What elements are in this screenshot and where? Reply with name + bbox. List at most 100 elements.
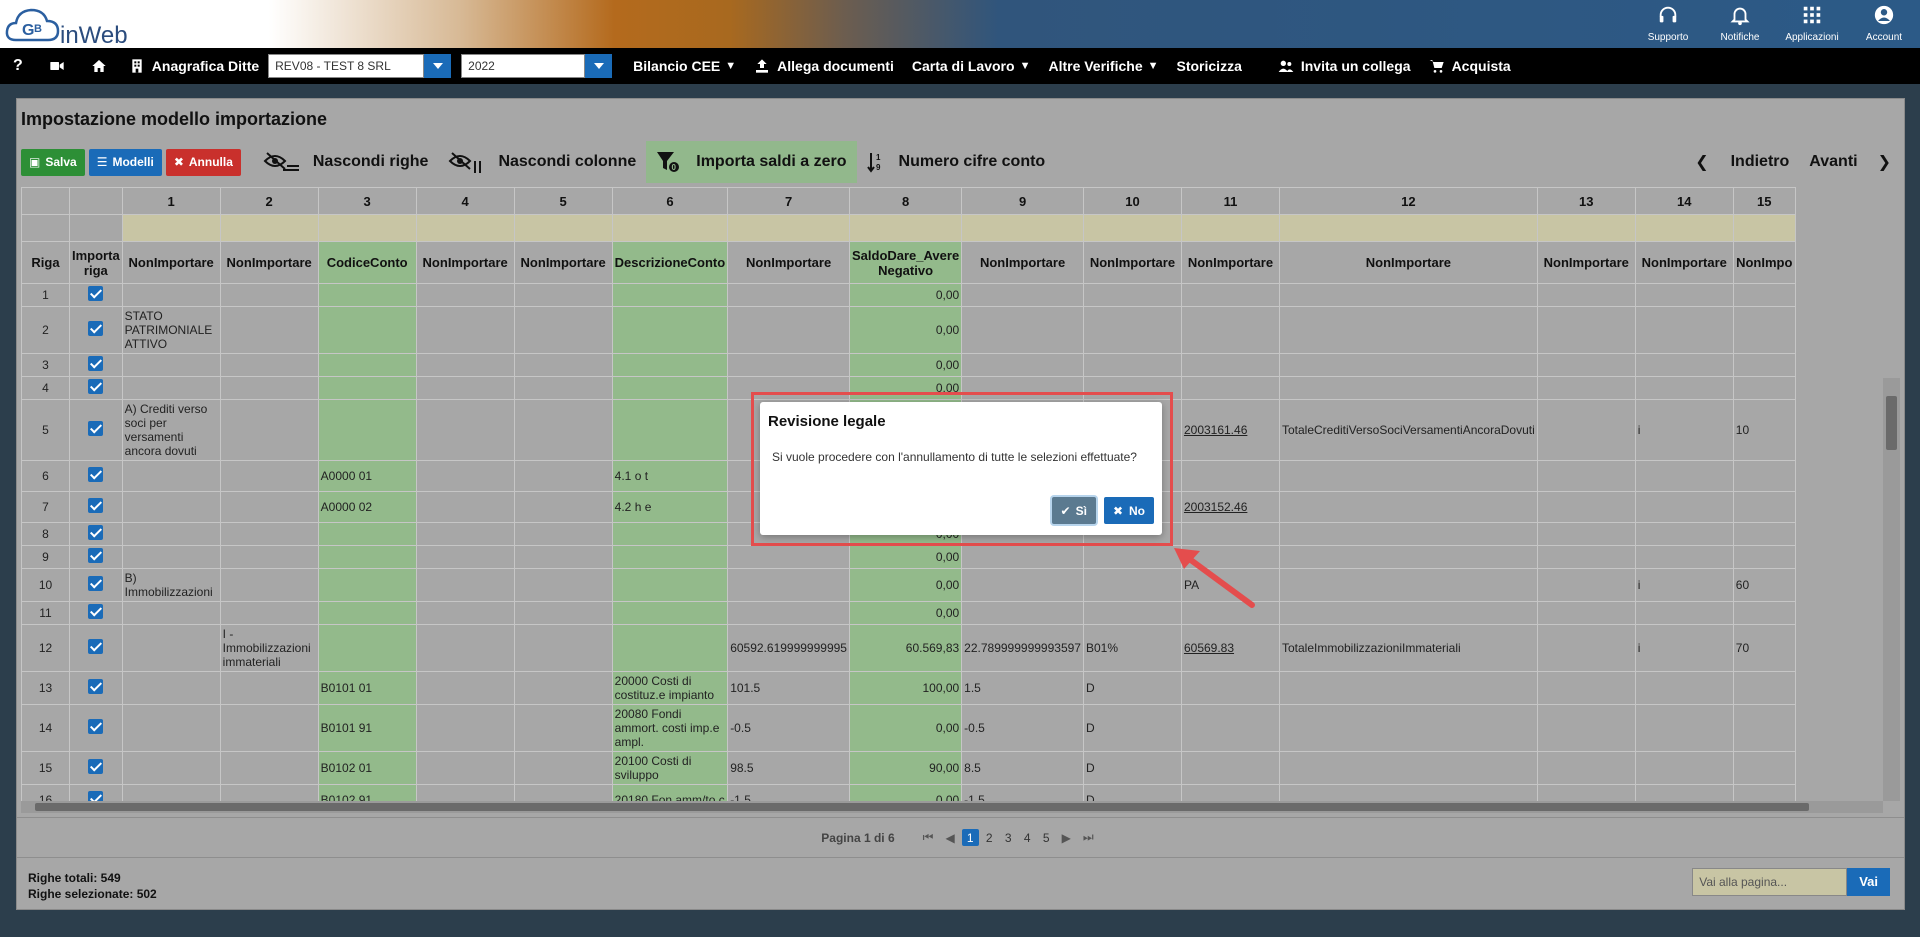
column-filter-cell[interactable] [1180, 214, 1280, 242]
year-select[interactable]: 2022 [461, 54, 613, 78]
company-select[interactable]: REV08 - TEST 8 SRL [268, 54, 425, 78]
import-row-checkbox[interactable] [88, 639, 104, 654]
import-zero-balances-button[interactable]: 0 Importa saldi a zero [646, 141, 857, 183]
column-type-header[interactable]: NonImportare [1082, 241, 1182, 284]
page-button-1[interactable]: 1 [961, 829, 979, 846]
table-row[interactable]: 2 STATO PATRIMONIALE ATTIVO 0,00 [21, 306, 1796, 354]
import-row-checkbox[interactable] [88, 467, 104, 482]
table-row[interactable]: 3 0,00 [21, 353, 1796, 377]
column-filter-cell[interactable] [415, 214, 515, 242]
home-button[interactable] [78, 48, 120, 84]
table-row[interactable]: 1 0,00 [21, 283, 1796, 307]
video-button[interactable] [36, 48, 78, 84]
models-button[interactable]: ☰ Modelli [88, 148, 162, 176]
column-type-header[interactable]: NonImpo [1732, 241, 1796, 284]
column-type-header[interactable]: NonImportare [727, 241, 850, 284]
page-button-2[interactable]: 2 [981, 829, 998, 846]
company-select-toggle[interactable] [424, 54, 452, 78]
import-row-checkbox[interactable] [88, 379, 104, 394]
import-row-checkbox[interactable] [88, 791, 104, 801]
import-row-checkbox[interactable] [88, 321, 104, 336]
help-button[interactable]: ? [0, 48, 36, 84]
table-row[interactable]: 10 B) Immobilizzazioni 0,00 PA i 60 [21, 568, 1796, 602]
first-page-icon[interactable]: ⏮ [923, 830, 934, 845]
page-button-3[interactable]: 3 [1000, 829, 1017, 846]
invita-collega-link[interactable]: Invita un collega [1269, 48, 1420, 84]
column-type-header[interactable]: NonImportare [415, 241, 515, 284]
table-row[interactable]: 12 I - Immobilizzazioni immateriali 60592.… [21, 624, 1796, 672]
save-button[interactable]: ▣ Salva [21, 148, 85, 176]
account-digits-button[interactable]: 19 Numero cifre conto [857, 141, 1056, 183]
table-row[interactable]: 16 B0102 91 20180 Fon.amm/to c -1.5 0,00 -1.5… [21, 784, 1796, 801]
import-row-checkbox[interactable] [88, 719, 104, 734]
vertical-scrollbar[interactable] [1883, 378, 1900, 801]
column-type-header[interactable]: CodiceConto [317, 241, 417, 284]
import-row-checkbox[interactable] [88, 421, 104, 436]
acquista-link[interactable]: Acquista [1420, 48, 1520, 84]
next-button[interactable]: Avanti ❯ [1799, 141, 1901, 183]
column-filter-cell[interactable] [1278, 214, 1538, 242]
prev-page-icon[interactable]: ◀ [945, 831, 954, 845]
account-button[interactable]: Account [1848, 0, 1920, 48]
hide-columns-button[interactable]: Nascondi colonne [438, 141, 646, 183]
column-filter-cell[interactable] [727, 214, 850, 242]
allega-documenti-link[interactable]: Allega documenti [745, 48, 903, 84]
column-type-header[interactable]: NonImportare [1278, 241, 1538, 284]
column-filter-cell[interactable] [848, 214, 963, 242]
goto-page-input[interactable]: Vai alla pagina... [1692, 868, 1848, 896]
storicizza-link[interactable]: Storicizza [1168, 48, 1251, 84]
table-row[interactable]: 11 0,00 [21, 601, 1796, 625]
column-filter-cell[interactable] [1634, 214, 1734, 242]
column-filter-cell[interactable] [611, 214, 729, 242]
table-row[interactable]: 15 B0102 01 20100 Costi di sviluppo 98.5 90,… [21, 751, 1796, 785]
bilancio-cee-menu[interactable]: Bilancio CEE ▼ [624, 48, 745, 84]
column-type-header[interactable]: NonImportare [1180, 241, 1280, 284]
goto-page-button[interactable]: Vai [1847, 868, 1890, 896]
notifications-button[interactable]: Notifiche [1704, 0, 1776, 48]
import-row-checkbox[interactable] [88, 759, 104, 774]
import-row-checkbox[interactable] [88, 356, 104, 371]
page-button-4[interactable]: 4 [1019, 829, 1036, 846]
horizontal-scrollbar[interactable] [21, 801, 1883, 813]
import-row-checkbox[interactable] [88, 576, 104, 591]
import-row-checkbox[interactable] [88, 525, 104, 540]
brand-logo[interactable]: G B inWeb [4, 2, 144, 49]
import-row-checkbox[interactable] [88, 679, 104, 694]
column-type-header[interactable]: NonImportare [961, 241, 1084, 284]
confirm-no-button[interactable]: ✖ No [1103, 497, 1154, 524]
page-button-5[interactable]: 5 [1038, 829, 1055, 846]
hide-rows-button[interactable]: Nascondi righe [253, 141, 439, 183]
support-button[interactable]: Supporto [1632, 0, 1704, 48]
confirm-yes-button[interactable]: ✔ Sì [1051, 497, 1096, 524]
vertical-scroll-thumb[interactable] [1886, 396, 1897, 450]
table-row[interactable]: 9 0,00 [21, 545, 1796, 569]
last-page-icon[interactable]: ⏭ [1083, 830, 1094, 845]
column-filter-cell[interactable] [317, 214, 417, 242]
import-row-checkbox[interactable] [88, 548, 104, 563]
import-row-checkbox[interactable] [88, 604, 104, 619]
column-filter-cell[interactable] [961, 214, 1084, 242]
table-row[interactable]: 14 B0101 91 20080 Fondi ammort. costi imp.… [21, 704, 1796, 752]
column-type-header[interactable]: NonImportare [1536, 241, 1636, 284]
cancel-button[interactable]: ✖ Annulla [165, 148, 241, 176]
column-filter-cell[interactable] [1082, 214, 1182, 242]
column-type-header[interactable]: NonImportare [219, 241, 319, 284]
table-row[interactable]: 13 B0101 01 20000 Costi di costituz.e impi… [21, 671, 1796, 705]
import-row-checkbox[interactable] [88, 286, 104, 301]
horizontal-scroll-thumb[interactable] [35, 803, 1809, 811]
column-filter-cell[interactable] [1536, 214, 1636, 242]
column-filter-cell[interactable] [1732, 214, 1796, 242]
column-type-header[interactable]: SaldoDare_Avere Negativo [848, 241, 963, 284]
column-type-header[interactable]: NonImportare [121, 241, 221, 284]
column-type-header[interactable]: NonImportare [1634, 241, 1734, 284]
column-filter-cell[interactable] [121, 214, 221, 242]
applications-button[interactable]: Applicazioni [1776, 0, 1848, 48]
back-button[interactable]: ❮ Indietro [1685, 141, 1799, 183]
column-filter-cell[interactable] [219, 214, 319, 242]
anagrafica-ditte-link[interactable]: Anagrafica Ditte [120, 48, 268, 84]
altre-verifiche-menu[interactable]: Altre Verifiche ▼ [1039, 48, 1167, 84]
column-type-header[interactable]: DescrizioneConto [611, 241, 729, 284]
column-filter-cell[interactable] [513, 214, 613, 242]
next-page-icon[interactable]: ▶ [1062, 831, 1071, 845]
column-type-header[interactable]: NonImportare [513, 241, 613, 284]
